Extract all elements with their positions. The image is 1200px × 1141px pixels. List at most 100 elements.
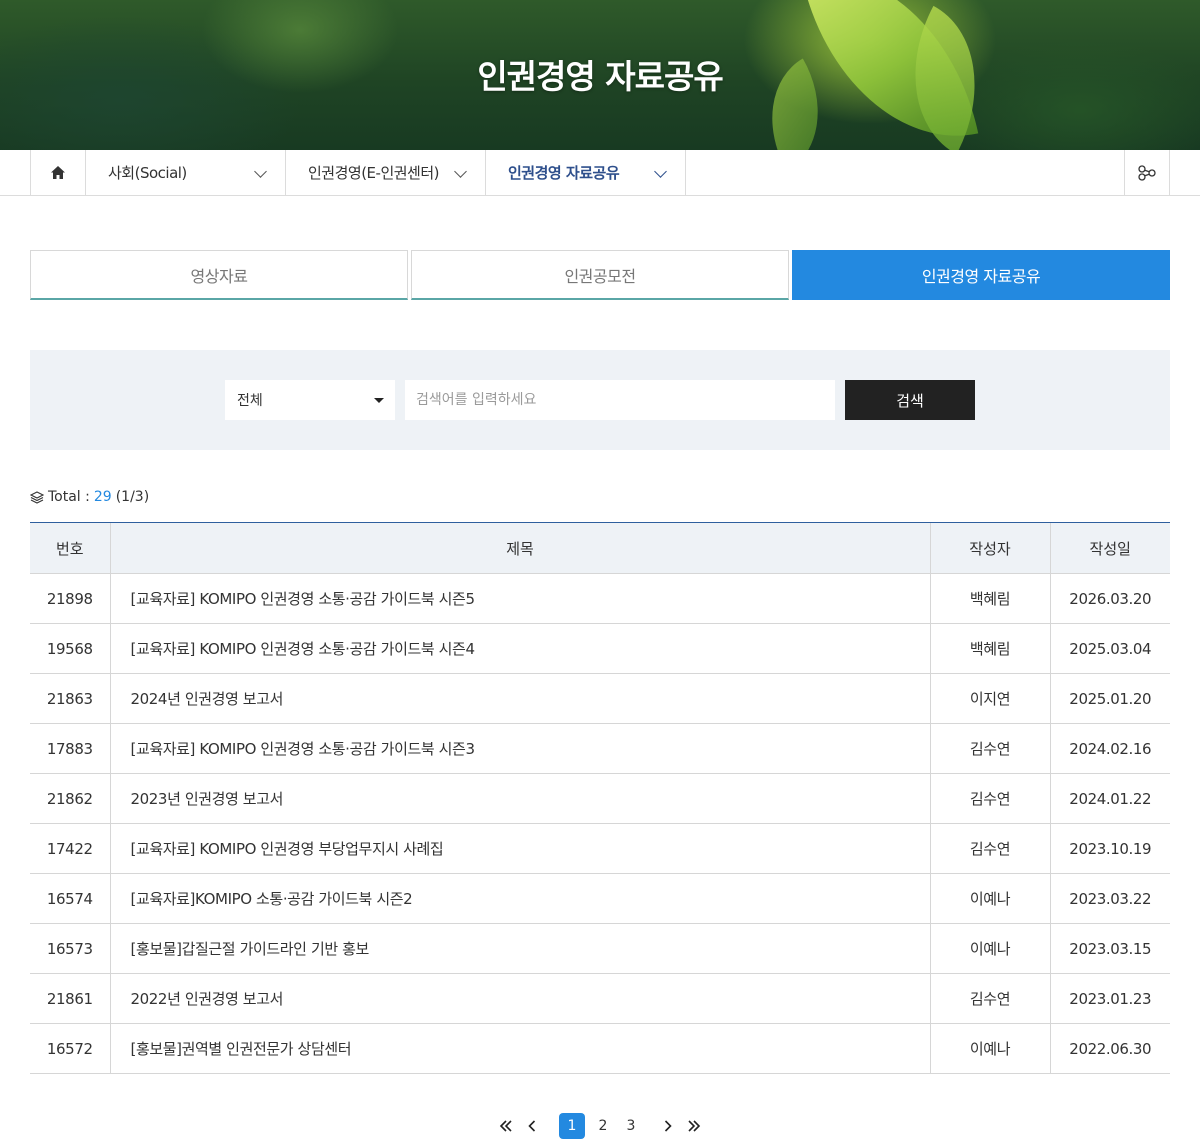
- cell-author: 이예나: [929, 873, 1050, 924]
- total-label: Total :: [48, 489, 90, 505]
- cell-number: 21863: [30, 673, 110, 724]
- page-3-button[interactable]: 3: [619, 1113, 643, 1139]
- cell-title[interactable]: [홍보물]권역별 인권전문가 상담센터: [109, 1023, 930, 1074]
- cell-date: 2023.01.23: [1049, 973, 1170, 1024]
- tab-label: 인권경영 자료공유: [921, 266, 1041, 286]
- cell-title[interactable]: [교육자료] KOMIPO 인권경영 부당업무지시 사례집: [109, 823, 930, 874]
- table-header-row: 번호 제목 작성자 작성일: [30, 522, 1170, 574]
- table-row[interactable]: 21863 2024년 인권경영 보고서 이지연 2025.01.20: [30, 673, 1170, 724]
- cell-title[interactable]: [홍보물]갑질근절 가이드라인 기반 홍보: [109, 923, 930, 974]
- double-chevron-right-icon: [688, 1120, 701, 1132]
- caret-down-icon: [374, 398, 384, 403]
- total-number: 29: [93, 489, 112, 505]
- double-chevron-left-icon: [499, 1120, 512, 1132]
- column-header-author: 작성자: [929, 522, 1050, 574]
- cell-date: 2025.01.20: [1049, 673, 1170, 724]
- search-input[interactable]: [405, 380, 835, 420]
- cell-title[interactable]: 2024년 인권경영 보고서: [109, 673, 930, 724]
- table-row[interactable]: 17883 [교육자료] KOMIPO 인권경영 소통·공감 가이드북 시즌3 김수…: [30, 723, 1170, 774]
- cell-date: 2024.02.16: [1049, 723, 1170, 774]
- table-body: 21898 [교육자료] KOMIPO 인권경영 소통·공감 가이드북 시즌5 백혜…: [30, 573, 1170, 1074]
- layers-icon: [30, 490, 44, 504]
- cell-author: 이지연: [929, 673, 1050, 724]
- tab-data-sharing[interactable]: 인권경영 자료공유: [792, 250, 1170, 300]
- prev-page-button[interactable]: [523, 1113, 541, 1139]
- page-1-button[interactable]: 1: [559, 1113, 585, 1139]
- cell-number: 16572: [30, 1023, 110, 1074]
- home-button[interactable]: [30, 150, 86, 195]
- tab-label: 영상자료: [190, 266, 248, 286]
- hero-banner: 인권경영 자료공유: [0, 0, 1200, 150]
- total-count: Total : 29 (1/3): [30, 489, 149, 505]
- table-row[interactable]: 16574 [교육자료]KOMIPO 소통·공감 가이드북 시즌2 이예나 2023.…: [30, 873, 1170, 924]
- table-row[interactable]: 21898 [교육자료] KOMIPO 인권경영 소통·공감 가이드북 시즌5 백혜…: [30, 573, 1170, 624]
- last-page-button[interactable]: [684, 1113, 704, 1139]
- cell-title[interactable]: 2022년 인권경영 보고서: [109, 973, 930, 1024]
- breadcrumb-label: 사회(Social): [108, 164, 187, 182]
- cell-date: 2026.03.20: [1049, 573, 1170, 624]
- cell-number: 17422: [30, 823, 110, 874]
- board-table: 번호 제목 작성자 작성일 21898 [교육자료] KOMIPO 인권경영 소통…: [30, 522, 1170, 1074]
- cell-author: 이예나: [929, 1023, 1050, 1074]
- table-row[interactable]: 21861 2022년 인권경영 보고서 김수연 2023.01.23: [30, 973, 1170, 1024]
- breadcrumb: 사회(Social) 인권경영(E-인권센터) 인권경영 자료공유: [0, 150, 1200, 196]
- tab-contest[interactable]: 인권공모전: [411, 250, 789, 300]
- cell-title[interactable]: [교육자료]KOMIPO 소통·공감 가이드북 시즌2: [109, 873, 930, 924]
- page-indicator: (1/3): [115, 489, 150, 505]
- cell-author: 백혜림: [929, 573, 1050, 624]
- chevron-down-icon: [654, 165, 667, 178]
- cell-date: 2023.10.19: [1049, 823, 1170, 874]
- table-row[interactable]: 16572 [홍보물]권역별 인권전문가 상담센터 이예나 2022.06.30: [30, 1023, 1170, 1074]
- chevron-down-icon: [454, 165, 467, 178]
- category-select-value: 전체: [237, 393, 263, 409]
- cell-number: 21862: [30, 773, 110, 824]
- category-select[interactable]: 전체: [225, 380, 395, 420]
- page-2-button[interactable]: 2: [591, 1113, 615, 1139]
- cell-number: 16574: [30, 873, 110, 924]
- cell-title[interactable]: 2023년 인권경영 보고서: [109, 773, 930, 824]
- cell-date: 2023.03.15: [1049, 923, 1170, 974]
- cell-author: 김수연: [929, 823, 1050, 874]
- cell-number: 21861: [30, 973, 110, 1024]
- tab-label: 인권공모전: [564, 266, 636, 286]
- breadcrumb-item-human-rights-center[interactable]: 인권경영(E-인권센터): [286, 150, 486, 195]
- cell-date: 2024.01.22: [1049, 773, 1170, 824]
- cell-author: 김수연: [929, 973, 1050, 1024]
- page-title: 인권경영 자료공유: [477, 57, 723, 96]
- cell-title[interactable]: [교육자료] KOMIPO 인권경영 소통·공감 가이드북 시즌5: [109, 573, 930, 624]
- share-button[interactable]: [1124, 150, 1170, 195]
- cell-author: 이예나: [929, 923, 1050, 974]
- chevron-right-icon: [664, 1120, 672, 1132]
- chevron-left-icon: [528, 1120, 536, 1132]
- home-icon: [51, 166, 65, 179]
- cell-author: 김수연: [929, 773, 1050, 824]
- cell-title[interactable]: [교육자료] KOMIPO 인권경영 소통·공감 가이드북 시즌3: [109, 723, 930, 774]
- cell-number: 19568: [30, 623, 110, 674]
- table-row[interactable]: 19568 [교육자료] KOMIPO 인권경영 소통·공감 가이드북 시즌4 백혜…: [30, 623, 1170, 674]
- next-page-button[interactable]: [659, 1113, 677, 1139]
- column-header-title: 제목: [109, 522, 930, 574]
- breadcrumb-label: 인권경영 자료공유: [508, 164, 620, 182]
- tab-video[interactable]: 영상자료: [30, 250, 408, 300]
- cell-number: 16573: [30, 923, 110, 974]
- cell-number: 21898: [30, 573, 110, 624]
- cell-author: 김수연: [929, 723, 1050, 774]
- table-row[interactable]: 16573 [홍보물]갑질근절 가이드라인 기반 홍보 이예나 2023.03.15: [30, 923, 1170, 974]
- table-row[interactable]: 17422 [교육자료] KOMIPO 인권경영 부당업무지시 사례집 김수연 202…: [30, 823, 1170, 874]
- cell-date: 2022.06.30: [1049, 1023, 1170, 1074]
- search-button-label: 검색: [896, 392, 924, 410]
- breadcrumb-item-social[interactable]: 사회(Social): [86, 150, 286, 195]
- breadcrumb-label: 인권경영(E-인권센터): [308, 164, 440, 182]
- cell-title[interactable]: [교육자료] KOMIPO 인권경영 소통·공감 가이드북 시즌4: [109, 623, 930, 674]
- first-page-button[interactable]: [496, 1113, 516, 1139]
- share-icon: [1138, 164, 1156, 181]
- breadcrumb-item-data-sharing[interactable]: 인권경영 자료공유: [486, 150, 686, 195]
- cell-number: 17883: [30, 723, 110, 774]
- cell-author: 백혜림: [929, 623, 1050, 674]
- column-header-date: 작성일: [1049, 522, 1170, 574]
- cell-date: 2025.03.04: [1049, 623, 1170, 674]
- search-button[interactable]: 검색: [845, 380, 975, 420]
- column-header-number: 번호: [30, 522, 110, 574]
- cell-date: 2023.03.22: [1049, 873, 1170, 924]
- table-row[interactable]: 21862 2023년 인권경영 보고서 김수연 2024.01.22: [30, 773, 1170, 824]
